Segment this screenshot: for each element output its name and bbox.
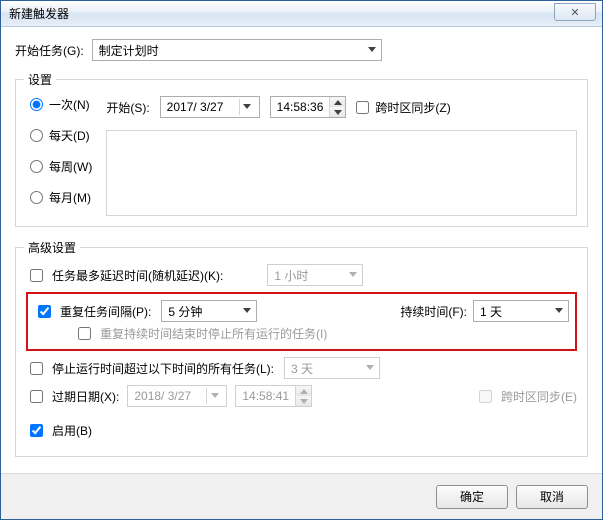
expire-time-value: 14:58:41 bbox=[236, 389, 295, 403]
chevron-down-icon bbox=[346, 268, 360, 282]
radio-daily-label: 每天(D) bbox=[49, 127, 90, 144]
expire-sync-label: 跨时区同步(E) bbox=[501, 388, 577, 405]
enable-label: 启用(B) bbox=[52, 422, 92, 439]
repeat-interval-combo[interactable]: 5 分钟 bbox=[161, 300, 257, 322]
duration-label: 持续时间(F): bbox=[400, 303, 467, 320]
radio-weekly-label: 每周(W) bbox=[49, 158, 92, 175]
chevron-down-icon bbox=[552, 304, 566, 318]
expire-checkbox[interactable]: 过期日期(X): bbox=[26, 387, 119, 406]
stop-after-combo: 3 天 bbox=[284, 357, 380, 379]
expire-row: 过期日期(X): 2018/ 3/27 14:58:41 跨时区同步(E) bbox=[26, 385, 577, 407]
duration-value: 1 天 bbox=[480, 303, 502, 320]
settings-fieldset: 设置 一次(N) 每天(D) 每周(W) bbox=[15, 79, 588, 227]
expire-time-spinner: 14:58:41 bbox=[235, 385, 312, 407]
stop-all-label: 重复持续时间结束时停止所有运行的任务(I) bbox=[100, 325, 327, 342]
stop-after-row: 停止运行时间超过以下时间的所有任务(L): 3 天 bbox=[26, 357, 577, 379]
radio-monthly-label: 每月(M) bbox=[49, 189, 91, 206]
cancel-button[interactable]: 取消 bbox=[516, 485, 588, 509]
expire-sync-checkbox: 跨时区同步(E) bbox=[475, 387, 577, 406]
chevron-down-icon bbox=[365, 43, 379, 57]
start-task-row: 开始任务(G): 制定计划时 bbox=[15, 39, 588, 61]
delay-checkbox-input[interactable] bbox=[30, 269, 43, 282]
enable-row: 启用(B) bbox=[26, 421, 577, 440]
stop-all-checkbox-input[interactable] bbox=[78, 327, 91, 340]
stop-after-label: 停止运行时间超过以下时间的所有任务(L): bbox=[52, 360, 274, 377]
start-task-combo[interactable]: 制定计划时 bbox=[92, 39, 382, 61]
start-date-picker[interactable]: 2017/ 3/27 bbox=[160, 96, 260, 118]
start-datetime-row: 开始(S): 2017/ 3/27 14:58:36 bbox=[106, 90, 577, 118]
radio-monthly-input[interactable] bbox=[30, 191, 43, 204]
spinner-buttons[interactable] bbox=[329, 97, 345, 117]
frequency-radio-group: 一次(N) 每天(D) 每周(W) 每月(M) bbox=[26, 90, 92, 216]
radio-weekly[interactable]: 每周(W) bbox=[30, 158, 92, 175]
new-trigger-dialog: 新建触发器 ✕ 开始任务(G): 制定计划时 设置 一次(N) bbox=[0, 0, 603, 520]
expire-date-picker: 2018/ 3/27 bbox=[127, 385, 227, 407]
dialog-title: 新建触发器 bbox=[9, 5, 69, 22]
delay-row: 任务最多延迟时间(随机延迟)(K): 1 小时 bbox=[26, 264, 577, 286]
cancel-button-label: 取消 bbox=[540, 488, 564, 505]
stop-after-checkbox[interactable]: 停止运行时间超过以下时间的所有任务(L): bbox=[26, 359, 274, 378]
titlebar: 新建触发器 ✕ bbox=[1, 1, 602, 27]
dialog-footer: 确定 取消 bbox=[1, 473, 602, 519]
expire-date-value: 2018/ 3/27 bbox=[134, 389, 191, 403]
stop-after-checkbox-input[interactable] bbox=[30, 362, 43, 375]
chevron-down-icon bbox=[240, 304, 254, 318]
delay-value: 1 小时 bbox=[274, 267, 308, 284]
close-button[interactable]: ✕ bbox=[554, 3, 596, 21]
repeat-row: 重复任务间隔(P): 5 分钟 持续时间(F): 1 天 bbox=[34, 300, 569, 322]
ok-button-label: 确定 bbox=[460, 488, 484, 505]
expire-label: 过期日期(X): bbox=[52, 388, 119, 405]
delay-label: 任务最多延迟时间(随机延迟)(K): bbox=[52, 267, 223, 284]
repeat-value: 5 分钟 bbox=[168, 303, 202, 320]
enable-checkbox[interactable]: 启用(B) bbox=[26, 421, 92, 440]
ok-button[interactable]: 确定 bbox=[436, 485, 508, 509]
radio-weekly-input[interactable] bbox=[30, 160, 43, 173]
chevron-down-icon bbox=[239, 99, 255, 115]
chevron-down-icon bbox=[206, 388, 222, 404]
stop-all-checkbox[interactable]: 重复持续时间结束时停止所有运行的任务(I) bbox=[74, 324, 327, 343]
stop-after-value: 3 天 bbox=[291, 360, 313, 377]
advanced-legend: 高级设置 bbox=[24, 239, 80, 256]
start-task-label: 开始任务(G): bbox=[15, 42, 84, 59]
repeat-highlight-box: 重复任务间隔(P): 5 分钟 持续时间(F): 1 天 bbox=[26, 292, 577, 351]
start-task-value: 制定计划时 bbox=[99, 42, 159, 59]
start-time-value: 14:58:36 bbox=[271, 100, 330, 114]
stop-all-row: 重复持续时间结束时停止所有运行的任务(I) bbox=[34, 324, 569, 343]
settings-legend: 设置 bbox=[24, 71, 56, 88]
close-icon: ✕ bbox=[570, 6, 579, 19]
enable-checkbox-input[interactable] bbox=[30, 424, 43, 437]
radio-once[interactable]: 一次(N) bbox=[30, 96, 92, 113]
repeat-label: 重复任务间隔(P): bbox=[60, 303, 151, 320]
radio-daily-input[interactable] bbox=[30, 129, 43, 142]
expire-checkbox-input[interactable] bbox=[30, 390, 43, 403]
sync-timezone-input[interactable] bbox=[356, 101, 369, 114]
repeat-checkbox-input[interactable] bbox=[38, 305, 51, 318]
chevron-up-icon bbox=[296, 386, 311, 396]
radio-monthly[interactable]: 每月(M) bbox=[30, 189, 92, 206]
schedule-detail-panel bbox=[106, 130, 577, 216]
start-time-spinner[interactable]: 14:58:36 bbox=[270, 96, 347, 118]
start-date-value: 2017/ 3/27 bbox=[167, 100, 224, 114]
repeat-checkbox[interactable]: 重复任务间隔(P): bbox=[34, 302, 151, 321]
spinner-buttons bbox=[295, 386, 311, 406]
dialog-content: 开始任务(G): 制定计划时 设置 一次(N) 每天(D bbox=[1, 27, 602, 473]
chevron-down-icon bbox=[363, 361, 377, 375]
duration-combo[interactable]: 1 天 bbox=[473, 300, 569, 322]
radio-daily[interactable]: 每天(D) bbox=[30, 127, 92, 144]
delay-checkbox[interactable]: 任务最多延迟时间(随机延迟)(K): bbox=[26, 266, 223, 285]
sync-timezone-label: 跨时区同步(Z) bbox=[375, 99, 450, 116]
start-label: 开始(S): bbox=[106, 99, 149, 116]
settings-right-col: 开始(S): 2017/ 3/27 14:58:36 bbox=[106, 90, 577, 216]
sync-timezone-checkbox[interactable]: 跨时区同步(Z) bbox=[356, 99, 450, 116]
delay-combo: 1 小时 bbox=[267, 264, 363, 286]
radio-once-label: 一次(N) bbox=[49, 96, 90, 113]
chevron-down-icon[interactable] bbox=[330, 107, 345, 117]
radio-once-input[interactable] bbox=[30, 98, 43, 111]
expire-sync-input bbox=[479, 390, 492, 403]
chevron-down-icon bbox=[296, 396, 311, 406]
chevron-up-icon[interactable] bbox=[330, 97, 345, 107]
advanced-fieldset: 高级设置 任务最多延迟时间(随机延迟)(K): 1 小时 重复任务间隔(P): bbox=[15, 247, 588, 457]
